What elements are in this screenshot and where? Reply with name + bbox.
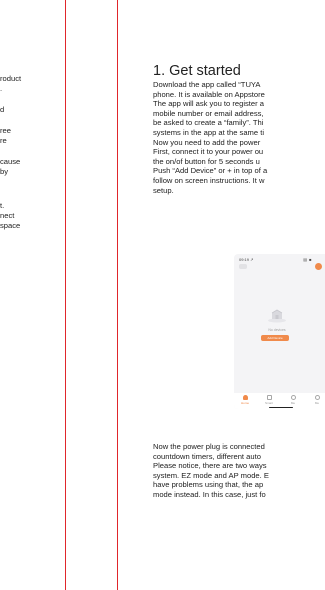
- paragraph-line: Please notice, there are two ways: [153, 461, 267, 471]
- left-text-line: roduct: [0, 74, 22, 83]
- paragraph-line: system. EZ mode and AP mode. E: [153, 470, 269, 480]
- app-screenshot: 09:19 ↗ ▤ ■ No devices Add Device Home S…: [234, 254, 325, 409]
- home-icon: [242, 395, 248, 400]
- left-text-line: by: [0, 167, 9, 176]
- margin-line-left: [65, 0, 66, 590]
- right-page-content: 1. Get started Download the app called “…: [153, 0, 325, 590]
- profile-icon: [314, 395, 320, 400]
- followup-paragraph: Now the power plug is connected countdow…: [153, 442, 269, 500]
- add-device-button[interactable]: Add Device: [261, 335, 289, 341]
- document-page: roduct . d ree re cause by t. nect space…: [0, 0, 325, 590]
- paragraph-line: systems in the app at the same ti: [153, 127, 265, 137]
- left-text-line: cause: [0, 157, 21, 166]
- paragraph-line: setup.: [153, 185, 174, 195]
- paragraph-line: countdown timers, different auto: [153, 451, 261, 461]
- add-plus-icon[interactable]: [315, 263, 322, 270]
- left-text-line: d: [0, 105, 5, 114]
- tab-label: Me: [290, 401, 296, 405]
- paragraph-line: Push “Add Device” or + in top of a: [153, 166, 268, 176]
- profile-icon: [290, 395, 296, 400]
- left-text-line: ree: [0, 126, 11, 135]
- tab-label: Me: [314, 401, 320, 405]
- status-time: 09:19 ↗: [239, 257, 254, 262]
- home-indicator: [269, 406, 293, 408]
- paragraph-line: The app will ask you to register a: [153, 99, 265, 109]
- tab-me[interactable]: Me: [284, 395, 302, 405]
- section-heading: 1. Get started: [153, 63, 241, 79]
- empty-state-message: No devices: [268, 328, 286, 332]
- left-text-line: space: [0, 221, 21, 230]
- tab-smart[interactable]: Smart: [260, 395, 278, 405]
- status-icons: ▤ ■: [303, 257, 312, 262]
- paragraph-line: have problems using that, the ap: [153, 480, 264, 490]
- left-text-line: t.: [0, 201, 5, 210]
- paragraph-line: Now you need to add the power: [153, 137, 261, 147]
- tab-me-secondary[interactable]: Me: [308, 395, 325, 405]
- paragraph-line: Download the app called “TUYA: [153, 80, 261, 89]
- paragraph-line: be asked to create a “family”. Thi: [153, 118, 264, 128]
- paragraph-line: mobile number or email address,: [153, 108, 264, 118]
- paragraph-line: mode instead. In this case, just fo: [153, 489, 266, 499]
- tab-home[interactable]: Home: [236, 395, 254, 405]
- empty-room-illustration: [268, 309, 286, 323]
- smart-icon: [266, 395, 272, 400]
- left-text-line: .: [0, 84, 3, 93]
- paragraph-line: phone. It is available on Appstore: [153, 89, 265, 99]
- paragraph-line: follow on screen instructions. It w: [153, 175, 265, 185]
- left-text-line: re: [0, 136, 7, 145]
- left-text-line: nect: [0, 211, 15, 220]
- intro-paragraph: Download the app called “TUYA phone. It …: [153, 80, 267, 195]
- tab-label: Smart: [264, 401, 273, 405]
- tab-label: Home: [240, 401, 249, 405]
- margin-line-right: [117, 0, 118, 590]
- paragraph-line: the on/of button for 5 seconds u: [153, 156, 260, 166]
- paragraph-line: First, connect it to your power ou: [153, 147, 264, 157]
- paragraph-line: Now the power plug is connected: [153, 442, 265, 451]
- home-menu-button[interactable]: [239, 264, 247, 269]
- left-page-text: roduct . d ree re cause by t. nect space: [0, 0, 64, 590]
